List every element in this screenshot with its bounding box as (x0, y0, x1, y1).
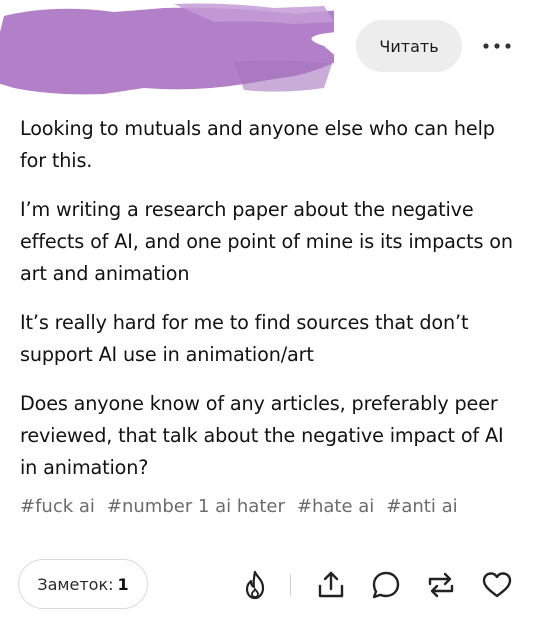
tag-link[interactable]: #number 1 ai hater (107, 496, 285, 517)
post-body: Looking to mutuals and anyone else who c… (20, 113, 525, 501)
notes-count: 1 (117, 574, 129, 594)
reblog-icon (428, 572, 454, 598)
reply-button[interactable] (369, 568, 403, 602)
redacted-username (0, 3, 334, 95)
reply-icon (372, 571, 400, 599)
tag-link[interactable]: #anti ai (386, 496, 457, 517)
post-paragraph: Looking to mutuals and anyone else who c… (20, 117, 495, 172)
reblog-button[interactable] (424, 568, 458, 602)
post-paragraph: It’s really hard for me to find sources … (20, 311, 469, 366)
notes-label: Заметок: (37, 574, 114, 594)
share-button[interactable] (314, 568, 348, 602)
follow-button[interactable]: Читать (356, 20, 462, 72)
more-horizontal-icon (483, 43, 511, 49)
tag-link[interactable]: #hate ai (297, 496, 374, 517)
post-paragraph: I’m writing a research paper about the n… (20, 198, 513, 285)
notes-button[interactable]: Заметок: 1 (18, 559, 148, 609)
post-footer: Заметок: 1 (0, 556, 540, 616)
share-icon (318, 571, 344, 598)
blaze-icon (245, 570, 265, 600)
more-options-button[interactable] (478, 30, 516, 62)
post-header: Читать (0, 0, 540, 100)
tag-list: #fuck ai #number 1 ai hater #hate ai #an… (20, 496, 525, 517)
like-icon (482, 572, 512, 598)
tag-link[interactable]: #fuck ai (20, 496, 95, 517)
blaze-button[interactable] (238, 568, 272, 602)
post-paragraph: Does anyone know of any articles, prefer… (20, 392, 504, 479)
footer-divider (290, 574, 291, 596)
like-button[interactable] (480, 568, 514, 602)
